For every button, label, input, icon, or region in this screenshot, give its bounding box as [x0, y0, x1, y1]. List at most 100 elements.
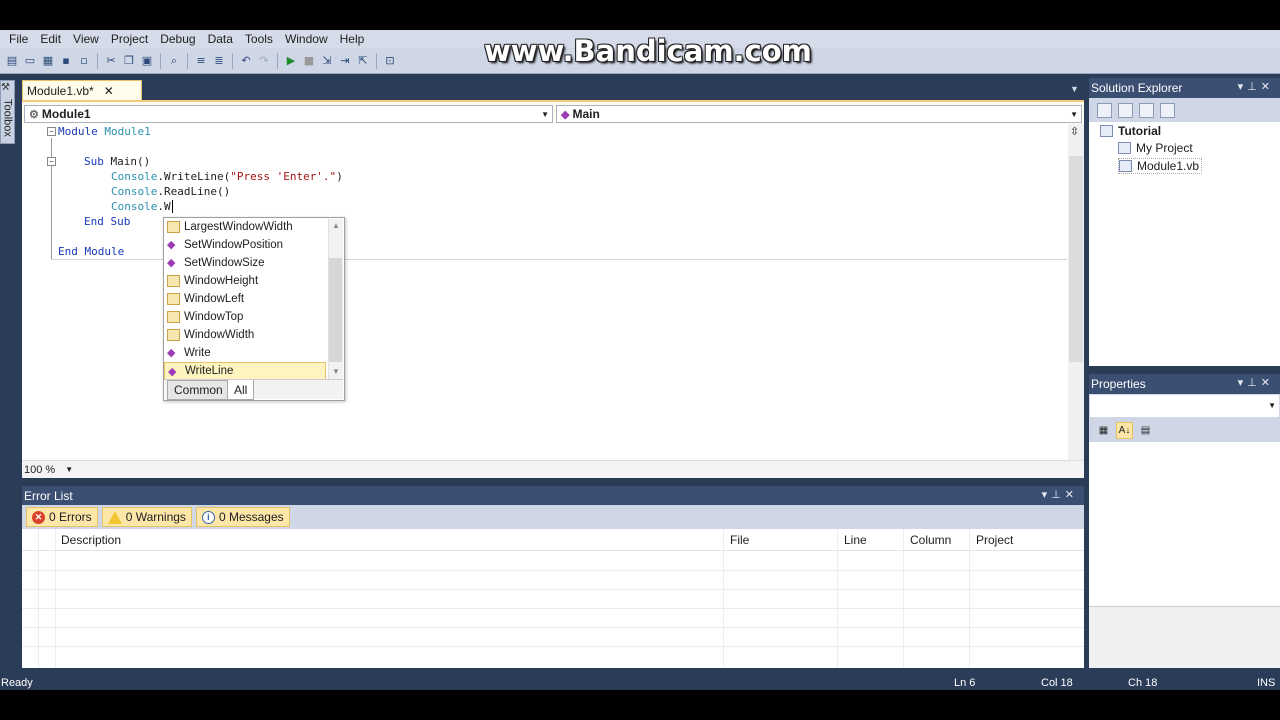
menu-help[interactable]: Help — [334, 32, 371, 46]
intellisense-item[interactable]: WindowWidth — [164, 326, 326, 344]
tab-module1[interactable]: Module1.vb* ✕ — [22, 80, 142, 100]
show-all-files-icon[interactable] — [1118, 102, 1133, 118]
warnings-filter-button[interactable]: 0 Warnings — [101, 507, 192, 527]
properties-description — [1089, 606, 1280, 668]
grid-line — [22, 646, 1084, 647]
toolbar-separator — [187, 52, 188, 69]
toolbar-separator — [277, 52, 278, 69]
intellisense-item[interactable]: WindowLeft — [164, 290, 326, 308]
intellisense-item[interactable]: ◆ Write — [164, 344, 326, 362]
tree-item-my-project[interactable]: My Project — [1118, 141, 1193, 155]
column-column[interactable]: Column — [910, 529, 951, 551]
scroll-up-icon[interactable]: ▲ — [332, 221, 340, 230]
intellisense-item[interactable]: LargestWindowWidth — [164, 218, 326, 236]
method-icon: ◆ — [167, 239, 176, 251]
menu-window[interactable]: Window — [279, 32, 334, 46]
start-debugging-icon[interactable]: ▶ — [283, 53, 299, 69]
uncomment-icon[interactable]: ≣ — [211, 53, 227, 69]
method-icon: ◆ — [167, 347, 176, 359]
vb-file-icon — [1119, 160, 1132, 172]
intellisense-item[interactable]: WindowTop — [164, 308, 326, 326]
comment-icon[interactable]: ≡ — [193, 53, 209, 69]
chevron-down-icon[interactable]: ▼ — [1070, 84, 1079, 94]
column-file[interactable]: File — [730, 529, 749, 551]
add-item-icon[interactable]: ▦ — [40, 53, 56, 69]
property-icon — [167, 221, 180, 233]
pane-controls[interactable]: ▾⊥✕ — [1238, 376, 1274, 389]
warnings-count: 0 Warnings — [125, 510, 186, 524]
open-file-icon[interactable]: ▭ — [22, 53, 38, 69]
messages-filter-button[interactable]: i0 Messages — [195, 507, 290, 527]
split-icon[interactable]: ⇳ — [1070, 125, 1079, 138]
close-icon[interactable]: ✕ — [104, 84, 114, 98]
column-line[interactable]: Line — [844, 529, 867, 551]
copy-icon[interactable]: ❐ — [121, 53, 137, 69]
intellisense-item[interactable]: ◆ SetWindowPosition — [164, 236, 326, 254]
column-project[interactable]: Project — [976, 529, 1013, 551]
step-over-icon[interactable]: ⇥ — [337, 53, 353, 69]
menu-file[interactable]: File — [3, 32, 34, 46]
tree-item-project[interactable]: Tutorial — [1100, 124, 1161, 138]
find-icon[interactable]: ⌕ — [166, 53, 182, 69]
find-in-files-icon[interactable]: ⊡ — [382, 53, 398, 69]
cut-icon[interactable]: ✂ — [103, 53, 119, 69]
menu-tools[interactable]: Tools — [239, 32, 279, 46]
menu-view[interactable]: View — [67, 32, 105, 46]
code-text: ) — [336, 170, 343, 183]
code-text: Main() — [103, 155, 151, 168]
chevron-down-icon: ▼ — [1268, 401, 1276, 410]
redo-icon[interactable]: ↷ — [256, 53, 272, 69]
scrollbar-thumb[interactable] — [329, 258, 342, 362]
undo-icon[interactable]: ↶ — [238, 53, 254, 69]
save-icon[interactable]: ▪ — [58, 53, 74, 69]
keyword: Sub — [84, 155, 104, 168]
menu-debug[interactable]: Debug — [154, 32, 201, 46]
categorized-icon[interactable]: ▦ — [1095, 422, 1112, 439]
pane-controls[interactable]: ▾⊥✕ — [1238, 80, 1274, 93]
scrollbar-thumb[interactable] — [1069, 156, 1083, 362]
tab-all[interactable]: All — [227, 380, 255, 400]
zoom-level[interactable]: 100 % — [24, 464, 55, 476]
method-icon: ◆ — [167, 257, 176, 269]
intellisense-item[interactable]: WindowHeight — [164, 272, 326, 290]
menu-edit[interactable]: Edit — [34, 32, 67, 46]
collapse-icon[interactable]: − — [47, 127, 56, 136]
menu-project[interactable]: Project — [105, 32, 154, 46]
refresh-icon[interactable] — [1139, 102, 1154, 118]
intellisense-item-label: SetWindowPosition — [184, 239, 284, 251]
type-dropdown[interactable]: ⚙ Module1 ▼ — [24, 105, 553, 123]
save-all-icon[interactable]: ▫ — [76, 53, 92, 69]
class-icon: ⚙ — [29, 108, 39, 121]
intellisense-item[interactable]: ◆ WriteLine — [164, 362, 326, 380]
errors-filter-button[interactable]: ✕ 0 Errors — [26, 507, 98, 527]
method-icon: ◆ — [561, 108, 570, 121]
tree-item-module1[interactable]: Module1.vb — [1118, 158, 1203, 174]
scroll-down-icon[interactable]: ▼ — [332, 367, 340, 376]
step-out-icon[interactable]: ⇱ — [355, 53, 371, 69]
column-description[interactable]: Description — [61, 529, 121, 551]
stop-icon[interactable]: ■ — [301, 53, 317, 69]
code-text: .ReadLine() — [157, 185, 231, 198]
type-dropdown-value: Module1 — [41, 107, 91, 121]
chevron-down-icon[interactable]: ▼ — [65, 465, 73, 474]
intellisense-item[interactable]: ◆ SetWindowSize — [164, 254, 326, 272]
info-icon: i — [201, 510, 215, 524]
new-project-icon[interactable]: ▤ — [4, 53, 20, 69]
view-code-icon[interactable] — [1160, 102, 1175, 118]
step-into-icon[interactable]: ⇲ — [319, 53, 335, 69]
grid-line — [55, 529, 56, 668]
object-selector[interactable]: ▼ — [1089, 394, 1280, 418]
solution-explorer-header: Solution Explorer ▾⊥✕ — [1089, 78, 1280, 98]
menu-data[interactable]: Data — [202, 32, 239, 46]
tab-common[interactable]: Common — [167, 380, 230, 400]
alphabetical-icon[interactable]: A↓ — [1116, 421, 1133, 439]
collapse-icon[interactable]: − — [47, 157, 56, 166]
property-pages-icon[interactable]: ▤ — [1137, 422, 1154, 439]
tree-label: My Project — [1136, 141, 1193, 155]
member-dropdown[interactable]: ◆ Main ▼ — [556, 105, 1082, 123]
intellisense-item-label: WindowWidth — [184, 329, 255, 341]
properties-icon[interactable] — [1097, 102, 1112, 118]
paste-icon[interactable]: ▣ — [139, 53, 155, 69]
code-line-6: End Sub — [84, 215, 131, 228]
pane-controls[interactable]: ▾⊥✕ — [1042, 488, 1078, 501]
